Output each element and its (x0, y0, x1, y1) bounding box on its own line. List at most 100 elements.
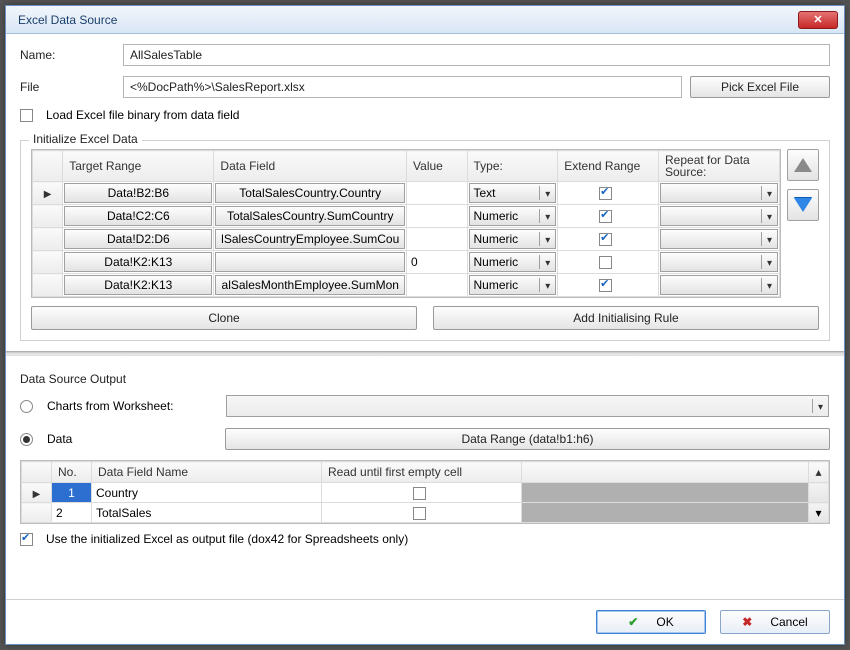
type-combo[interactable]: Text (469, 183, 557, 203)
file-input[interactable] (123, 76, 682, 98)
target-range-picker[interactable]: Data!D2:D6 (64, 229, 212, 249)
title-bar: Excel Data Source (6, 6, 844, 34)
clone-button[interactable]: Clone (31, 306, 417, 330)
charts-radio[interactable] (20, 400, 33, 413)
output-row[interactable]: 1Country (22, 483, 829, 503)
col-value[interactable]: Value (407, 151, 467, 182)
col-extend-range[interactable]: Extend Range (558, 151, 659, 182)
field-name-cell[interactable]: Country (92, 483, 322, 503)
data-field-picker[interactable] (215, 252, 405, 272)
scrollbar-track[interactable] (809, 483, 829, 503)
chevron-down-icon (539, 232, 555, 246)
extend-range-checkbox[interactable] (599, 256, 612, 269)
use-output-file-label: Use the initialized Excel as output file… (46, 532, 408, 546)
out-col-no[interactable]: No. (52, 462, 92, 483)
init-rules-grid: Target Range Data Field Value Type: Exte… (31, 149, 781, 298)
output-legend: Data Source Output (20, 372, 830, 386)
pick-excel-file-button[interactable]: Pick Excel File (690, 76, 830, 98)
row-header[interactable] (22, 503, 52, 523)
chevron-down-icon (539, 186, 555, 200)
type-combo[interactable]: Numeric (469, 252, 557, 272)
target-range-picker[interactable]: Data!K2:K13 (64, 275, 212, 295)
row-header[interactable] (33, 205, 63, 228)
init-row[interactable]: Data!K2:K13alSalesMonthEmployee.SumMon Nu… (33, 274, 780, 297)
dialog-footer: ✔ OK ✖ Cancel (6, 599, 844, 644)
out-scroll-down[interactable]: ▾ (809, 503, 829, 523)
use-output-file-checkbox[interactable] (20, 533, 33, 546)
value-input[interactable] (407, 206, 466, 226)
row-header[interactable] (22, 483, 52, 503)
row-header[interactable] (33, 228, 63, 251)
cancel-button-label: Cancel (770, 615, 807, 629)
chevron-down-icon (812, 399, 828, 413)
out-col-field[interactable]: Data Field Name (92, 462, 322, 483)
data-field-picker[interactable]: lSalesCountryEmployee.SumCou (215, 229, 405, 249)
col-target-range[interactable]: Target Range (63, 151, 214, 182)
arrow-down-icon (794, 198, 812, 212)
charts-worksheet-combo (226, 395, 829, 417)
name-input[interactable] (123, 44, 830, 66)
extend-range-checkbox[interactable] (599, 279, 612, 292)
load-binary-checkbox[interactable] (20, 109, 33, 122)
data-radio[interactable] (20, 433, 33, 446)
repeat-source-combo[interactable] (660, 275, 778, 295)
field-name-cell[interactable]: TotalSales (92, 503, 322, 523)
dialog-window: Excel Data Source Name: File Pick Excel … (5, 5, 845, 645)
repeat-source-combo[interactable] (660, 206, 778, 226)
value-input[interactable] (407, 229, 466, 249)
target-range-picker[interactable]: Data!C2:C6 (64, 206, 212, 226)
name-label: Name: (20, 48, 115, 62)
ok-button[interactable]: ✔ OK (596, 610, 706, 634)
target-range-picker[interactable]: Data!B2:B6 (64, 183, 212, 203)
init-row[interactable]: Data!D2:D6lSalesCountryEmployee.SumCou Nu… (33, 228, 780, 251)
data-field-picker[interactable]: TotalSalesCountry.Country (215, 183, 405, 203)
close-icon[interactable] (798, 11, 838, 29)
output-fields-grid: No. Data Field Name Read until first emp… (20, 460, 830, 524)
type-combo[interactable]: Numeric (469, 206, 557, 226)
data-field-picker[interactable]: TotalSalesCountry.SumCountry (215, 206, 405, 226)
read-until-checkbox[interactable] (413, 507, 426, 520)
data-label: Data (47, 432, 217, 446)
output-row[interactable]: 2TotalSales▾ (22, 503, 829, 523)
chevron-down-icon (761, 186, 777, 200)
repeat-source-combo[interactable] (660, 183, 778, 203)
extend-range-checkbox[interactable] (599, 210, 612, 223)
col-data-field[interactable]: Data Field (214, 151, 407, 182)
init-row[interactable]: Data!B2:B6TotalSalesCountry.Country Text (33, 182, 780, 205)
init-row[interactable]: Data!C2:C6TotalSalesCountry.SumCountry Nu… (33, 205, 780, 228)
chevron-down-icon (539, 278, 555, 292)
read-until-checkbox[interactable] (413, 487, 426, 500)
init-row[interactable]: Data!K2:K13 Numeric (33, 251, 780, 274)
row-header[interactable] (33, 251, 63, 274)
col-type[interactable]: Type: (467, 151, 558, 182)
move-down-button[interactable] (787, 189, 819, 221)
extend-range-checkbox[interactable] (599, 187, 612, 200)
move-up-button[interactable] (787, 149, 819, 181)
chevron-down-icon (761, 278, 777, 292)
row-header[interactable] (33, 274, 63, 297)
dialog-body: Name: File Pick Excel File Load Excel fi… (6, 34, 844, 599)
extend-range-checkbox[interactable] (599, 233, 612, 246)
repeat-source-combo[interactable] (660, 229, 778, 249)
target-range-picker[interactable]: Data!K2:K13 (64, 252, 212, 272)
value-input[interactable] (407, 183, 466, 203)
out-scroll-up[interactable]: ▴ (809, 462, 829, 483)
row-header[interactable] (33, 182, 63, 205)
value-input[interactable] (407, 275, 466, 295)
out-col-readuntil[interactable]: Read until first empty cell (322, 462, 522, 483)
data-range-button[interactable]: Data Range (data!b1:h6) (225, 428, 830, 450)
out-col-spacer (522, 462, 809, 483)
separator (6, 351, 844, 356)
grid-corner (33, 151, 63, 182)
repeat-source-combo[interactable] (660, 252, 778, 272)
type-combo[interactable]: Numeric (469, 229, 557, 249)
out-grid-corner (22, 462, 52, 483)
value-input[interactable] (407, 252, 466, 272)
type-combo[interactable]: Numeric (469, 275, 557, 295)
cancel-button[interactable]: ✖ Cancel (720, 610, 830, 634)
add-initialising-rule-button[interactable]: Add Initialising Rule (433, 306, 819, 330)
data-field-picker[interactable]: alSalesMonthEmployee.SumMon (215, 275, 405, 295)
ok-button-label: OK (656, 615, 673, 629)
col-repeat-source[interactable]: Repeat for Data Source: (659, 151, 780, 182)
initialize-excel-data-group: Initialize Excel Data Target Range Data (20, 140, 830, 341)
